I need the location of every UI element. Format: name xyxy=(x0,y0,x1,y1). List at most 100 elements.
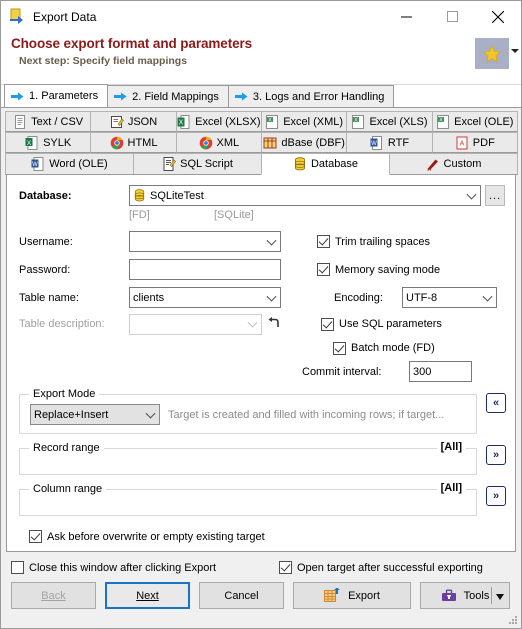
chevron-down-icon[interactable] xyxy=(482,291,493,302)
tab-field-mappings[interactable]: 2. Field Mappings xyxy=(107,85,229,107)
format-tab-text-csv[interactable]: Text / CSV xyxy=(5,111,92,132)
tab-parameters[interactable]: 1. Parameters xyxy=(4,84,109,107)
tools-button[interactable]: Tools xyxy=(420,582,510,609)
window-controls xyxy=(383,2,521,32)
svg-text:W: W xyxy=(32,162,38,168)
format-tab-database[interactable]: Database xyxy=(261,153,390,175)
trim-trailing-spaces-checkbox[interactable]: Trim trailing spaces xyxy=(317,235,430,248)
format-tab-word-ole[interactable]: W Word (OLE) xyxy=(5,153,134,175)
encoding-combo[interactable]: UTF-8 xyxy=(402,287,497,308)
driver-tag: [FD] xyxy=(129,208,150,221)
page-subtitle: Next step: Specify field mappings xyxy=(19,55,188,67)
text-file-icon xyxy=(13,114,27,129)
xml-chrome-icon xyxy=(199,136,213,150)
header-panel: Choose export format and parameters Next… xyxy=(1,32,521,85)
dbase-icon xyxy=(263,136,277,150)
encoding-label: Encoding: xyxy=(334,291,383,304)
export-mode-collapse-button[interactable]: « xyxy=(486,393,506,413)
favorites-button[interactable] xyxy=(475,38,509,69)
format-tab-excel-ole[interactable]: X Excel (OLE) xyxy=(431,111,518,132)
chevron-down-icon[interactable] xyxy=(266,235,277,246)
format-tab-label: SQL Script xyxy=(180,158,233,170)
step-tab-strip: 1. Parameters 2. Field Mappings 3. Logs … xyxy=(1,84,521,108)
format-tab-label: Excel (XLS) xyxy=(369,115,428,128)
username-combo[interactable] xyxy=(129,231,281,252)
format-tab-dbase[interactable]: dBase (DBF) xyxy=(260,132,348,153)
format-tab-custom[interactable]: Custom xyxy=(389,153,518,175)
maximize-button[interactable] xyxy=(429,2,475,32)
format-tab-label: RTF xyxy=(387,136,410,149)
custom-pencil-icon xyxy=(426,157,440,171)
table-description-label: Table description: xyxy=(19,318,105,330)
database-combo[interactable]: SQLiteTest xyxy=(129,185,481,206)
column-range-expand-button[interactable]: » xyxy=(486,486,506,506)
use-sql-parameters-checkbox[interactable]: Use SQL parameters xyxy=(321,317,442,331)
table-name-row: Table name: clients Encoding: UTF-8 xyxy=(19,284,507,311)
format-tab-json[interactable]: JSON xyxy=(90,111,177,132)
use-sql-parameters-label: Use SQL parameters xyxy=(339,318,442,330)
close-button[interactable] xyxy=(475,2,521,32)
format-tab-pdf[interactable]: A PDF xyxy=(431,132,518,153)
tab-logs-error-handling-label: 3. Logs and Error Handling xyxy=(252,90,385,103)
button-row: Back Next Cancel Export Tools xyxy=(11,582,511,609)
engine-tag: [SQLite] xyxy=(214,208,254,221)
ask-before-overwrite-checkbox[interactable]: Ask before overwrite or empty existing t… xyxy=(29,530,507,543)
format-tab-excel-xml[interactable]: X Excel (XML) xyxy=(260,111,348,132)
export-button[interactable]: Export xyxy=(293,582,411,609)
open-target-checkbox[interactable]: Open target after successful exporting xyxy=(279,561,483,574)
username-row: Username: Trim trailing spaces xyxy=(19,228,507,255)
commit-interval-row: Commit interval: 300 xyxy=(19,359,507,384)
password-input[interactable] xyxy=(129,259,281,280)
chevron-down-icon[interactable] xyxy=(466,189,477,200)
excel-xlsx-icon: X xyxy=(177,114,191,129)
database-browse-button[interactable]: ... xyxy=(485,185,505,206)
batch-mode-checkbox[interactable]: Batch mode (FD) xyxy=(333,341,435,355)
format-tab-xml[interactable]: XML xyxy=(175,132,262,153)
format-tab-rtf[interactable]: W RTF xyxy=(346,132,433,153)
svg-text:X: X xyxy=(355,117,359,123)
word-ole-icon: W xyxy=(31,157,45,171)
checkbox-box xyxy=(333,341,346,355)
format-tab-html[interactable]: HTML xyxy=(90,132,177,153)
format-tab-label: dBase (DBF) xyxy=(281,136,345,149)
cancel-button[interactable]: Cancel xyxy=(199,582,284,609)
format-tab-sylk[interactable]: X SYLK xyxy=(5,132,92,153)
format-tab-label: JSON xyxy=(127,115,158,128)
svg-text:X: X xyxy=(179,119,184,126)
html-chrome-icon xyxy=(110,136,124,150)
format-tab-excel-xls[interactable]: X Excel (XLS) xyxy=(346,111,433,132)
resize-grip[interactable] xyxy=(508,616,518,626)
table-name-combo[interactable]: clients xyxy=(129,287,281,308)
revert-arrow-icon[interactable] xyxy=(267,316,281,332)
chevron-down-icon[interactable] xyxy=(266,291,277,302)
chevron-down-icon[interactable] xyxy=(145,408,156,419)
format-tab-sql-script[interactable]: SQL Script xyxy=(133,153,262,175)
tab-logs-error-handling[interactable]: 3. Logs and Error Handling xyxy=(227,85,395,107)
commit-interval-input[interactable]: 300 xyxy=(409,361,472,382)
sql-script-icon xyxy=(162,157,177,171)
next-button[interactable]: Next xyxy=(105,582,190,609)
close-window-checkbox[interactable]: Close this window after clicking Export xyxy=(11,561,279,574)
record-range-expand-button[interactable]: » xyxy=(486,445,506,465)
format-tab-label: Excel (OLE) xyxy=(454,115,514,128)
format-tab-excel-xlsx[interactable]: X Excel (XLSX) xyxy=(175,111,262,132)
checkbox-box xyxy=(29,530,42,543)
ask-before-overwrite-label: Ask before overwrite or empty existing t… xyxy=(47,530,265,543)
format-tab-label: Custom xyxy=(443,158,482,170)
blue-arrow-icon xyxy=(234,92,248,101)
page-title: Choose export format and parameters xyxy=(11,36,253,51)
username-label: Username: xyxy=(19,235,73,248)
minimize-button[interactable] xyxy=(383,2,429,32)
tools-dropdown-arrow[interactable] xyxy=(496,594,504,600)
pdf-icon: A xyxy=(455,136,469,150)
favorites-dropdown-arrow[interactable] xyxy=(511,49,519,53)
format-tab-block: Text / CSV JSON X Excel (XLSX) X Excel (… xyxy=(1,108,521,175)
checkbox-box xyxy=(317,235,330,248)
format-tab-label: Excel (XML) xyxy=(283,115,344,128)
tools-split-divider xyxy=(491,587,492,604)
memory-saving-mode-checkbox[interactable]: Memory saving mode xyxy=(317,263,440,276)
export-mode-combo[interactable]: Replace+Insert xyxy=(30,404,160,425)
format-tab-label: SYLK xyxy=(43,136,72,149)
chevron-down-icon xyxy=(247,317,258,328)
window-title: Export Data xyxy=(33,9,97,24)
